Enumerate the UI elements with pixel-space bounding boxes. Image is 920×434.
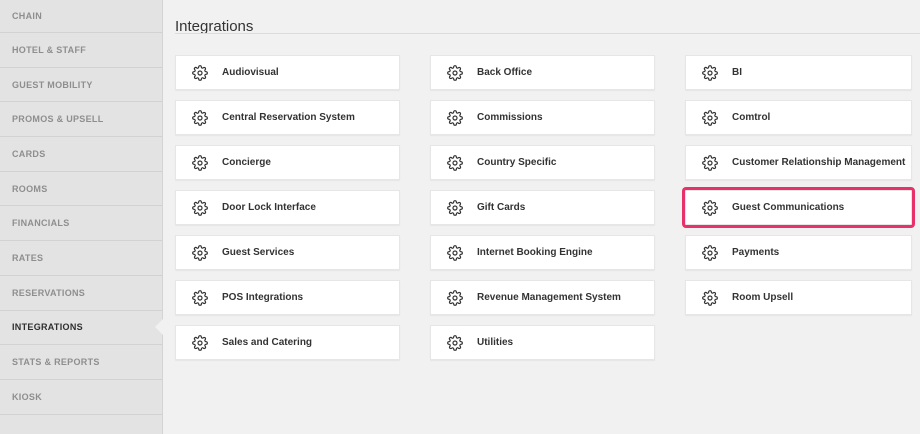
integration-card-label: Revenue Management System: [477, 292, 621, 303]
integration-card-commissions[interactable]: Commissions: [430, 100, 655, 135]
gear-icon: [447, 334, 463, 351]
integration-card-room-upsell[interactable]: Room Upsell: [685, 280, 912, 315]
sidebar-item-reservations[interactable]: RESERVATIONS: [0, 276, 162, 311]
integration-card-label: Audiovisual: [222, 67, 279, 78]
sidebar-item-label: GUEST MOBILITY: [12, 79, 93, 90]
sidebar-item-integrations[interactable]: INTEGRATIONS: [0, 311, 163, 346]
sidebar-item-financials[interactable]: FINANCIALS: [0, 206, 162, 242]
sidebar-item-label: HOTEL & STAFF: [12, 44, 87, 55]
sidebar-item-label: KIOSK: [12, 391, 43, 402]
integration-card-label: Country Specific: [477, 157, 557, 168]
sidebar-item-label: RESERVATIONS: [12, 287, 86, 298]
gear-icon: [447, 109, 463, 126]
sidebar-item-promos-upsell[interactable]: PROMOS & UPSELL: [0, 102, 162, 138]
integration-card-internet-booking-engine[interactable]: Internet Booking Engine: [430, 235, 655, 270]
integration-card-label: Comtrol: [732, 112, 771, 123]
integration-card-label: Room Upsell: [732, 292, 794, 303]
integration-card-label: Guest Services: [222, 247, 295, 258]
integration-card-label: Guest Communications: [732, 202, 845, 213]
integration-card-guest-services[interactable]: Guest Services: [175, 235, 400, 270]
sidebar-item-label: CHAIN: [12, 11, 42, 21]
integration-card-label: Sales and Catering: [222, 337, 313, 348]
gear-icon: [447, 199, 463, 216]
integration-card-sales-and-catering[interactable]: Sales and Catering: [175, 325, 400, 360]
gear-icon: [702, 244, 718, 261]
gear-icon: [447, 154, 463, 171]
sidebar-item-label: INTEGRATIONS: [12, 322, 83, 333]
sidebar-item-label: RATES: [12, 252, 44, 263]
integration-card-customer-relationship-management[interactable]: Customer Relationship Management: [685, 145, 912, 180]
gear-icon: [192, 199, 208, 216]
gear-icon: [192, 289, 208, 306]
integration-card-label: Commissions: [477, 112, 543, 123]
sidebar-item-hotel-staff[interactable]: HOTEL & STAFF: [0, 33, 162, 68]
sidebar-item-label: PROMOS & UPSELL: [12, 114, 104, 125]
gear-icon: [192, 244, 208, 261]
sidebar-item-label: CARDS: [12, 148, 46, 159]
integration-card-label: Back Office: [477, 67, 533, 78]
sidebar-item-label: STATS & REPORTS: [12, 357, 100, 368]
gear-icon: [702, 289, 718, 306]
integration-card-label: Customer Relationship Management: [732, 157, 906, 168]
gear-icon: [447, 244, 463, 261]
main-content: Integrations Audiovisual Back Office BI Cen…: [163, 0, 920, 434]
sidebar-item-guest-mobility[interactable]: GUEST MOBILITY: [0, 68, 162, 103]
integration-card-country-specific[interactable]: Country Specific: [430, 145, 655, 180]
integration-card-label: Internet Booking Engine: [477, 247, 593, 258]
integrations-grid: Audiovisual Back Office BI Central Reservat…: [175, 55, 915, 360]
integration-card-audiovisual[interactable]: Audiovisual: [175, 55, 400, 90]
integration-card-label: Concierge: [222, 157, 271, 168]
gear-icon: [702, 109, 718, 126]
integration-card-payments[interactable]: Payments: [685, 235, 912, 270]
integration-card-central-reservation-system[interactable]: Central Reservation System: [175, 100, 400, 135]
integration-card-label: Door Lock Interface: [222, 202, 316, 213]
integration-card-label: BI: [732, 67, 742, 78]
sidebar-item-chain[interactable]: CHAIN: [0, 0, 162, 33]
gear-icon: [192, 154, 208, 171]
gear-icon: [702, 199, 718, 216]
integration-card-label: POS Integrations: [222, 292, 304, 303]
gear-icon: [702, 154, 718, 171]
active-pointer: [155, 319, 163, 336]
gear-icon: [192, 334, 208, 351]
sidebar-item-rooms[interactable]: ROOMS: [0, 172, 162, 207]
integration-card-bi[interactable]: BI: [685, 55, 912, 90]
integration-card-door-lock-interface[interactable]: Door Lock Interface: [175, 190, 400, 225]
integration-card-guest-communications[interactable]: Guest Communications: [682, 187, 915, 228]
sidebar-item-cards[interactable]: CARDS: [0, 137, 162, 172]
sidebar-item-stats-reports[interactable]: STATS & REPORTS: [0, 345, 162, 380]
gear-icon: [192, 109, 208, 126]
integration-card-back-office[interactable]: Back Office: [430, 55, 655, 90]
integration-card-label: Central Reservation System: [222, 112, 355, 123]
sidebar-item-label: FINANCIALS: [12, 218, 70, 229]
integration-card-label: Utilities: [477, 337, 514, 348]
gear-icon: [702, 64, 718, 81]
sidebar-item-label: ROOMS: [12, 183, 48, 194]
gear-icon: [192, 64, 208, 81]
integration-card-utilities[interactable]: Utilities: [430, 325, 655, 360]
sidebar-item-kiosk[interactable]: KIOSK: [0, 380, 162, 415]
integration-card-concierge[interactable]: Concierge: [175, 145, 400, 180]
integration-card-label: Payments: [732, 247, 780, 258]
title-divider: [175, 33, 920, 34]
integration-card-comtrol[interactable]: Comtrol: [685, 100, 912, 135]
sidebar: CHAIN HOTEL & STAFF GUEST MOBILITY PROMO…: [0, 0, 163, 434]
sidebar-item-rates[interactable]: RATES: [0, 241, 162, 276]
integration-card-label: Gift Cards: [477, 202, 526, 213]
integration-card-gift-cards[interactable]: Gift Cards: [430, 190, 655, 225]
gear-icon: [447, 289, 463, 306]
integration-card-pos-integrations[interactable]: POS Integrations: [175, 280, 400, 315]
gear-icon: [447, 64, 463, 81]
integration-card-revenue-management-system[interactable]: Revenue Management System: [430, 280, 655, 315]
